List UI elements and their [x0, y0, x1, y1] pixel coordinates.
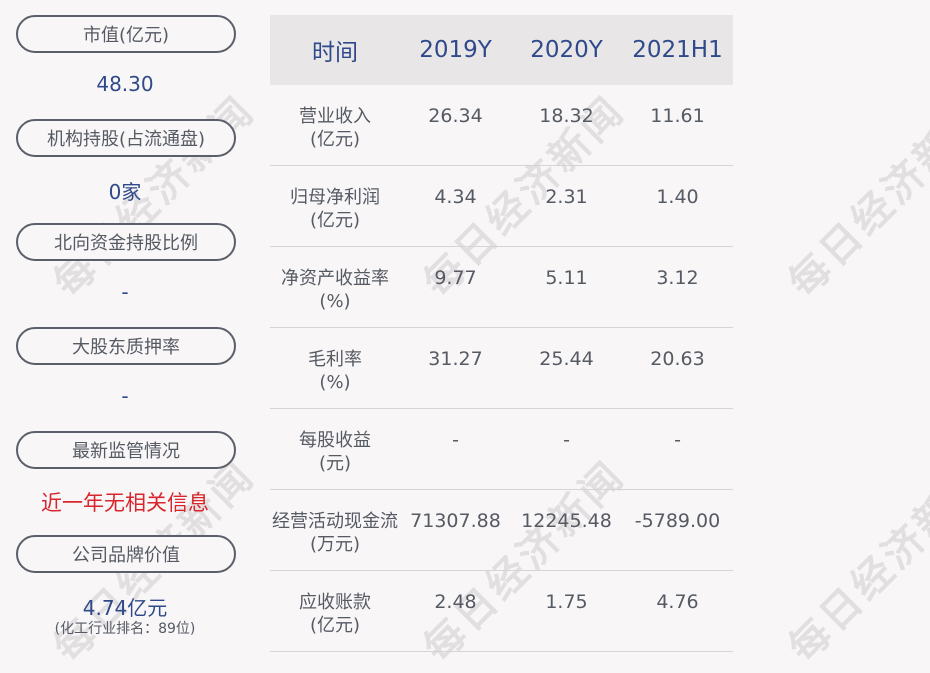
cell: 20.63	[650, 348, 705, 370]
table-row: 净资产收益率 (%) 9.77 5.11 3.12	[270, 247, 733, 328]
cell: 25.44	[539, 348, 594, 370]
header-2020y: 2020Y	[530, 37, 603, 63]
cell: 2.31	[545, 186, 588, 208]
cell: 12245.48	[521, 510, 612, 532]
cell: -5789.00	[634, 510, 721, 532]
cell: 2.48	[434, 591, 477, 613]
table-row: 营业收入 (亿元) 26.34 18.32 11.61	[270, 85, 733, 166]
cell: 9.77	[434, 267, 477, 289]
institution-holding-label: 机构持股(占流通盘)	[16, 119, 236, 157]
market-cap-value: 48.30	[96, 72, 154, 96]
table-row: 经营活动现金流 (万元) 71307.88 12245.48 -5789.00	[270, 490, 733, 571]
row-label: 每股收益 (元)	[299, 430, 371, 474]
cell: -	[452, 429, 459, 451]
table-row: 应收账款 (亿元) 2.48 1.75 4.76	[270, 571, 733, 652]
financial-table: 时间 2019Y 2020Y 2021H1 营业收入 (亿元) 26.34 18.…	[270, 15, 733, 652]
header-2019y: 2019Y	[419, 37, 492, 63]
cell: 3.12	[656, 267, 699, 289]
cell: 26.34	[428, 105, 483, 127]
watermark: 每日经济新闻	[780, 87, 930, 307]
row-label: 经营活动现金流 (万元)	[272, 511, 398, 555]
cell: -	[563, 429, 570, 451]
cell: 4.34	[434, 186, 477, 208]
watermark: 每日经济新闻	[780, 452, 930, 672]
cell: 11.61	[650, 105, 705, 127]
header-2021h1: 2021H1	[632, 37, 723, 63]
cell: 1.75	[545, 591, 588, 613]
row-label: 净资产收益率 (%)	[281, 268, 389, 312]
cell: 1.40	[656, 186, 699, 208]
cell: 31.27	[428, 348, 483, 370]
market-cap-label: 市值(亿元)	[16, 15, 236, 53]
cell: 71307.88	[410, 510, 501, 532]
row-label: 归母净利润 (亿元)	[290, 187, 380, 231]
cell: 4.76	[656, 591, 699, 613]
cell: -	[674, 429, 681, 451]
regulatory-status-value: 近一年无相关信息	[41, 491, 209, 515]
table-header: 时间 2019Y 2020Y 2021H1	[270, 15, 733, 85]
regulatory-status-label: 最新监管情况	[16, 431, 236, 469]
institution-holding-value: 0家	[108, 180, 142, 204]
brand-value-label: 公司品牌价值	[16, 535, 236, 573]
northbound-holding-value: -	[121, 280, 129, 304]
left-summary-panel: 市值(亿元) 48.30 机构持股(占流通盘) 0家 北向资金持股比例 - 大股…	[0, 0, 250, 667]
table-row: 毛利率 (%) 31.27 25.44 20.63	[270, 328, 733, 409]
northbound-holding-label: 北向资金持股比例	[16, 223, 236, 261]
table-row: 归母净利润 (亿元) 4.34 2.31 1.40	[270, 166, 733, 247]
header-period: 时间	[312, 40, 358, 66]
shareholder-pledge-label: 大股东质押率	[16, 327, 236, 365]
shareholder-pledge-value: -	[121, 384, 129, 408]
row-label: 营业收入 (亿元)	[299, 106, 371, 150]
brand-rank-note: (化工行业排名：89位)	[54, 621, 196, 637]
row-label: 应收账款 (亿元)	[299, 592, 371, 636]
row-label: 毛利率 (%)	[308, 349, 362, 393]
table-row: 每股收益 (元) - - -	[270, 409, 733, 490]
cell: 5.11	[545, 267, 588, 289]
brand-value-value: 4.74亿元	[82, 596, 168, 620]
cell: 18.32	[539, 105, 594, 127]
